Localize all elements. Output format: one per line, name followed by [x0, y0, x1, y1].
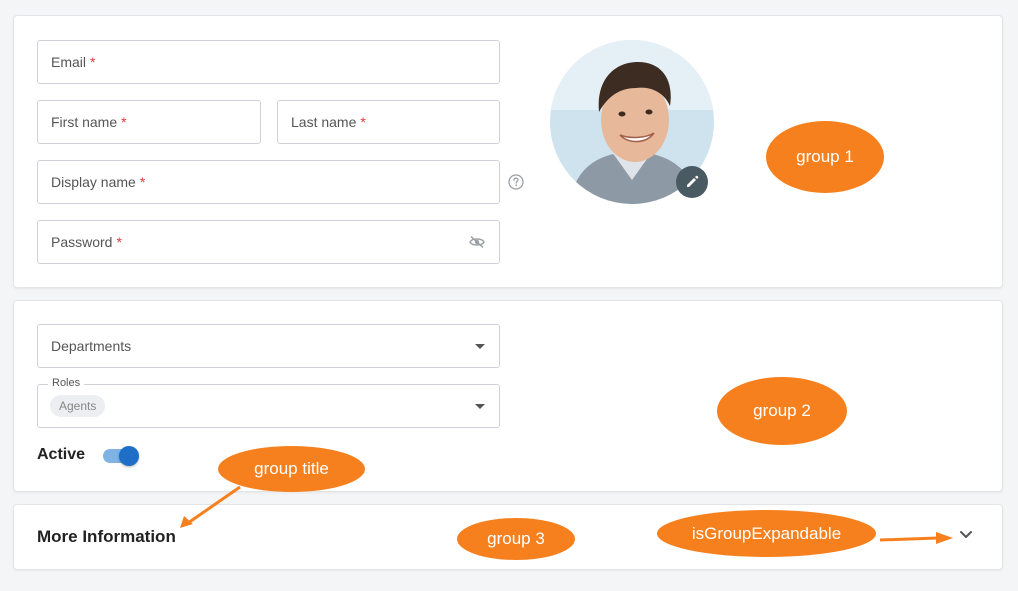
required-mark: *: [139, 174, 146, 190]
display-name-label: Display name *: [51, 174, 146, 190]
last-name-label: Last name *: [291, 114, 366, 130]
display-name-field[interactable]: Display name *: [37, 160, 500, 204]
annotation-group-title: group title: [218, 446, 365, 492]
required-mark: *: [116, 234, 122, 250]
role-chip[interactable]: Agents: [50, 395, 106, 417]
question-circle-icon[interactable]: [508, 174, 524, 190]
email-field[interactable]: Email *: [37, 40, 500, 84]
required-mark: *: [90, 54, 96, 70]
roles-select[interactable]: Roles Agents: [37, 377, 500, 428]
departments-select[interactable]: Departments: [37, 324, 500, 368]
email-label: Email *: [51, 54, 96, 70]
required-mark: *: [360, 114, 366, 130]
annotation-group-1: group 1: [766, 121, 884, 193]
edit-avatar-button[interactable]: [676, 166, 708, 198]
dropdown-arrow-icon: [475, 344, 485, 349]
chevron-down-icon[interactable]: [959, 530, 973, 540]
group-title: More Information: [37, 527, 176, 546]
departments-label: Departments: [51, 338, 132, 354]
roles-label: Roles: [48, 377, 85, 389]
dropdown-arrow-icon: [475, 404, 485, 409]
first-name-field[interactable]: First name *: [37, 100, 261, 144]
password-label: Password *: [51, 234, 122, 250]
required-mark: *: [121, 114, 127, 130]
active-toggle[interactable]: [103, 446, 139, 466]
annotation-group-2: group 2: [717, 377, 847, 445]
first-name-label: First name *: [51, 114, 127, 130]
eye-off-icon[interactable]: [469, 235, 485, 249]
password-field[interactable]: Password *: [37, 220, 500, 264]
toggle-knob: [119, 446, 139, 466]
last-name-field[interactable]: Last name *: [277, 100, 500, 144]
annotation-is-group-expandable: isGroupExpandable: [657, 510, 876, 557]
active-label: Active: [37, 446, 86, 463]
annotation-group-3: group 3: [457, 518, 575, 560]
pencil-icon: [687, 175, 699, 187]
